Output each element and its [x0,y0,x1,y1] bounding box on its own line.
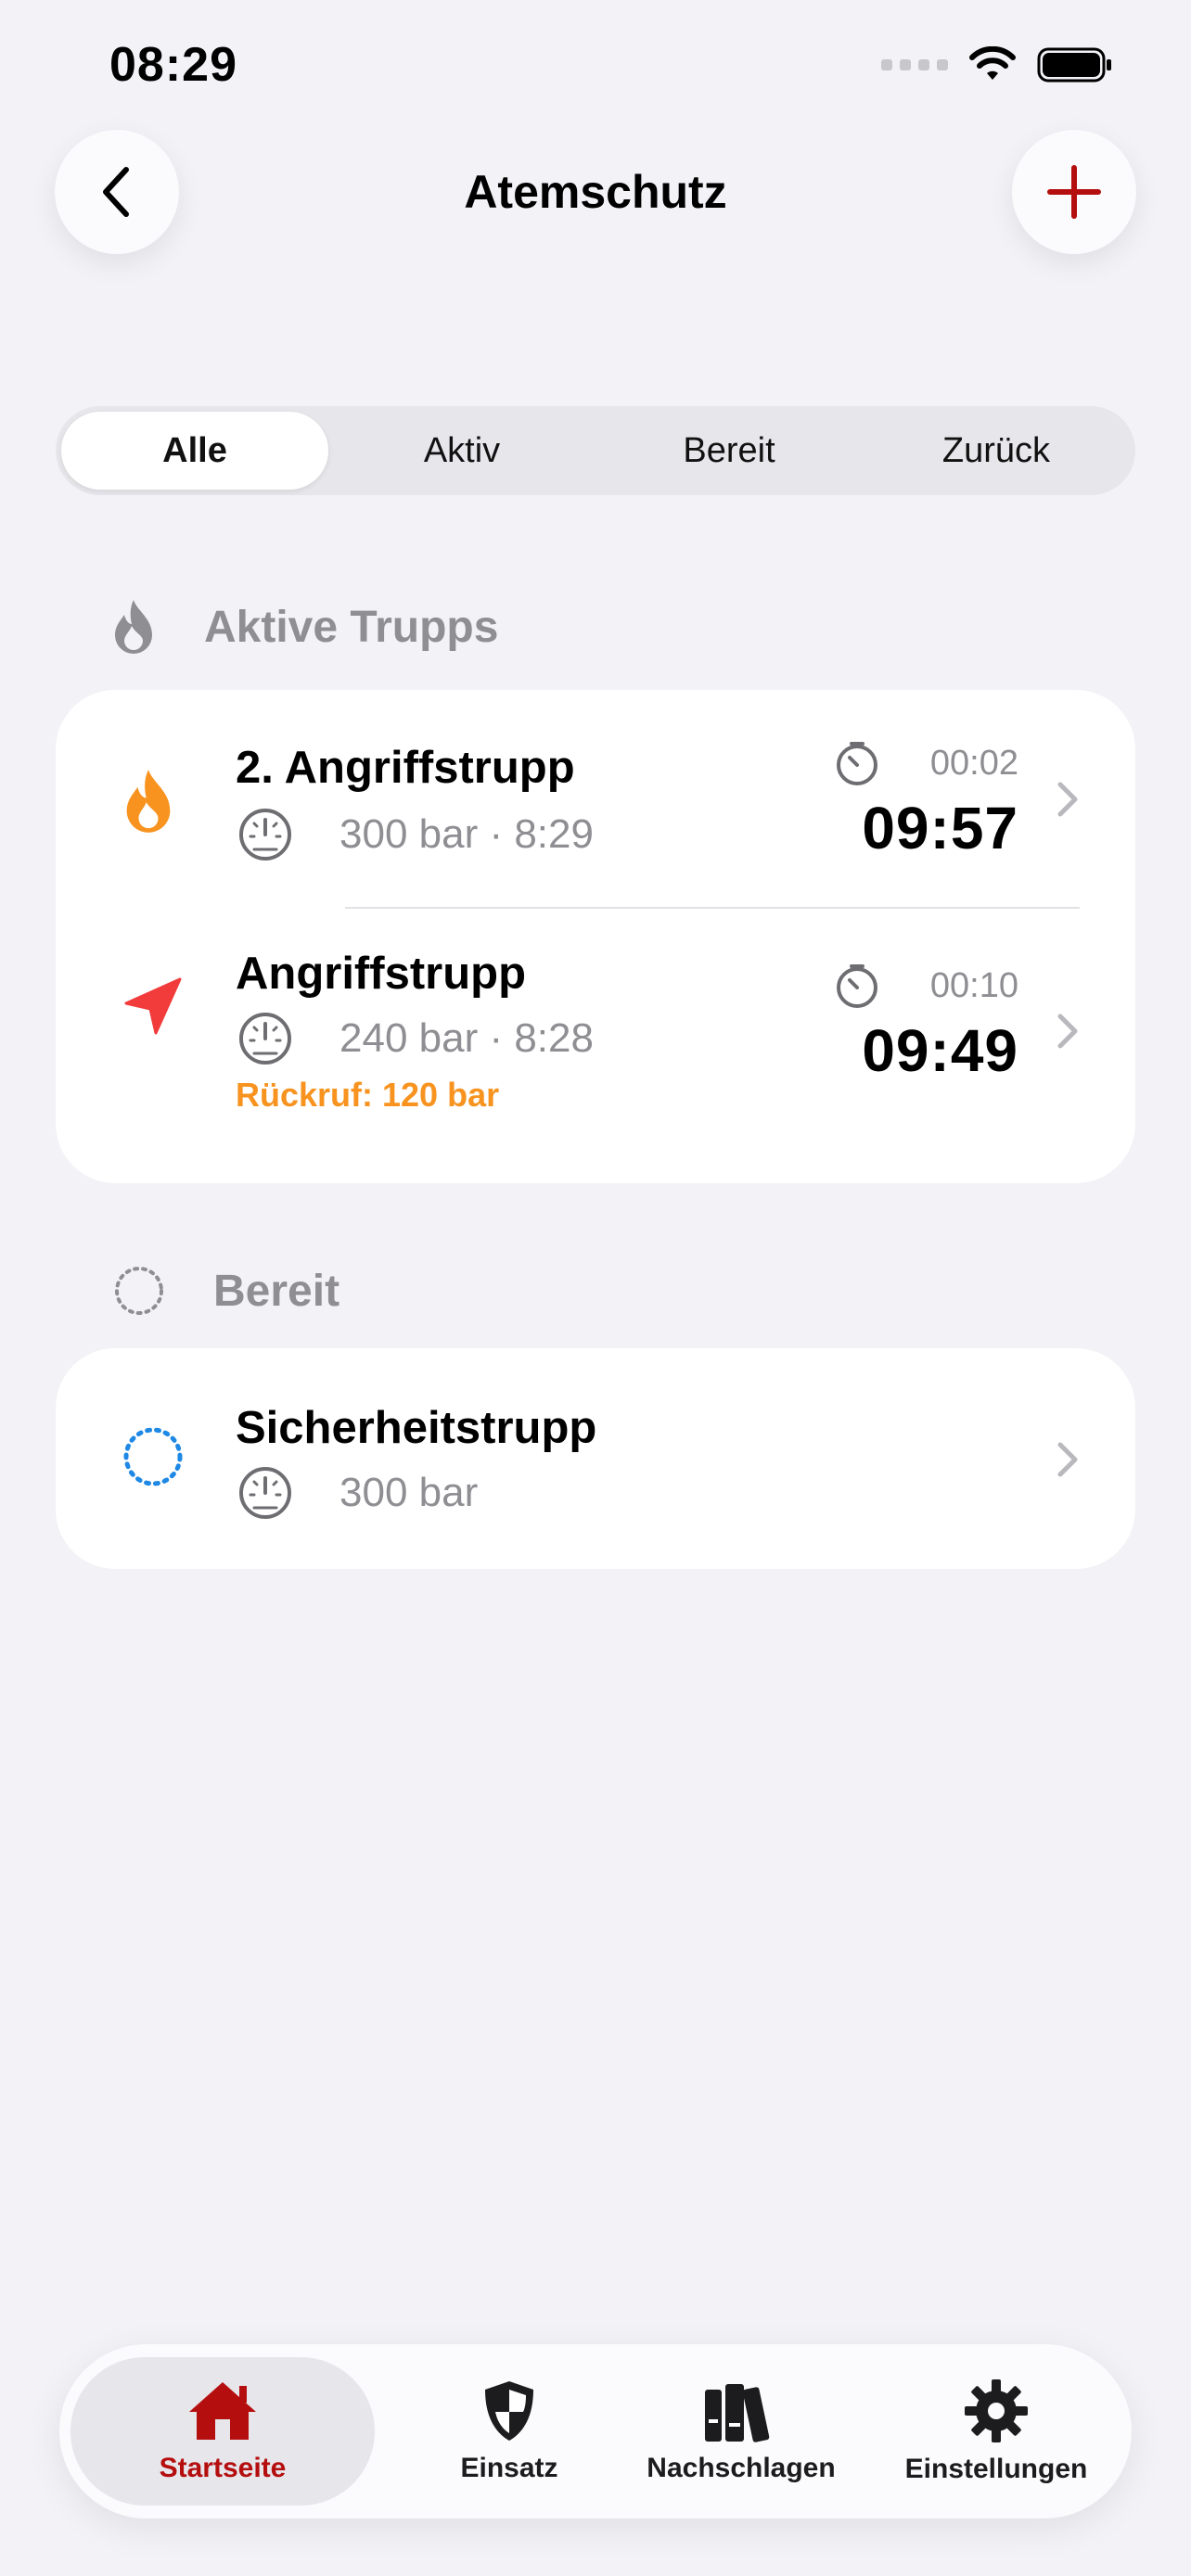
trupp-timer: 00:02 09:57 [834,740,1018,862]
books-icon [705,2384,770,2442]
trupp-pressure: 300 bar · 8:29 [237,807,594,862]
stopwatch-icon [836,964,877,1008]
dotted-circle-icon [115,1267,163,1315]
countdown-time: 09:57 [862,795,1018,861]
tab-startseite[interactable]: Startseite [70,2357,375,2506]
gauge-icon [239,1467,291,1519]
trupp-row-2-angriffstrupp[interactable]: 2. Angriffstrupp 300 bar · 8:29 00:02 09… [56,690,1135,909]
trupp-row-sicherheitstrupp[interactable]: Sicherheitstrupp 300 bar [56,1348,1135,1569]
active-trupps-card: 2. Angriffstrupp 300 bar · 8:29 00:02 09… [56,690,1135,1183]
section-label-active: Aktive Trupps [204,602,499,652]
trupp-pressure-text: 300 bar · 8:29 [339,811,594,857]
status-icons [881,46,1113,83]
trupp-pressure-text: 240 bar · 8:28 [339,1015,594,1061]
flame-icon [115,600,152,654]
chevron-right-icon [1057,1442,1078,1477]
trupp-pressure: 300 bar [237,1465,478,1521]
plus-icon [1047,165,1101,219]
gauge-icon [239,1013,291,1065]
chevron-right-icon [1057,782,1078,817]
countdown-time: 09:49 [862,1017,1018,1084]
tab-label: Startseite [159,2453,287,2483]
shield-icon [485,2381,533,2441]
location-arrow-icon [124,977,182,1035]
elapsed-time: 00:02 [929,743,1018,783]
stopwatch-icon [836,742,877,785]
trupp-name: Angriffstrupp [236,949,526,999]
trupp-pressure: 240 bar · 8:28 [237,1011,594,1066]
ready-trupps-card: Sicherheitstrupp 300 bar [56,1348,1135,1569]
dotted-circle-icon [123,1427,183,1486]
trupp-name: 2. Angriffstrupp [236,743,575,793]
recall-warning: Rückruf: 120 bar [236,1076,500,1114]
trupp-timer: 00:10 09:49 [834,963,1018,1085]
section-header-ready: Bereit [113,1265,339,1317]
tab-label: Nachschlagen [647,2453,836,2483]
tab-einsatz[interactable]: Einsatz [403,2357,616,2506]
status-time: 08:29 [109,38,237,92]
segment-bereit[interactable]: Bereit [596,412,863,490]
flame-icon [126,770,171,833]
trupp-row-angriffstrupp[interactable]: Angriffstrupp 240 bar · 8:28 Rückruf: 12… [56,909,1135,1183]
section-header-active: Aktive Trupps [111,598,498,656]
gear-icon [965,2379,1028,2442]
tab-nachschlagen[interactable]: Nachschlagen [616,2357,866,2506]
home-icon [189,2382,256,2440]
gauge-icon [239,809,291,861]
trupp-pressure-text: 300 bar [339,1470,479,1515]
tab-einstellungen[interactable]: Einstellungen [866,2357,1126,2506]
filter-segmented-control: Alle Aktiv Bereit Zurück [56,406,1135,495]
tab-bar: Startseite Einsatz Nachschlagen Einstell… [59,2344,1132,2519]
segment-alle[interactable]: Alle [61,412,328,490]
chevron-right-icon [1057,1014,1078,1049]
battery-icon [1037,47,1111,83]
add-button[interactable] [1012,130,1136,254]
segment-zurueck[interactable]: Zurück [863,412,1130,490]
tab-label: Einsatz [460,2453,558,2483]
section-label-ready: Bereit [213,1266,340,1316]
wifi-icon [969,46,1016,80]
segment-aktiv[interactable]: Aktiv [328,412,596,490]
tab-label: Einstellungen [904,2454,1088,2484]
trupp-name: Sicherheitstrupp [236,1403,597,1453]
signal-icon [881,59,948,70]
elapsed-time: 00:10 [929,965,1018,1005]
